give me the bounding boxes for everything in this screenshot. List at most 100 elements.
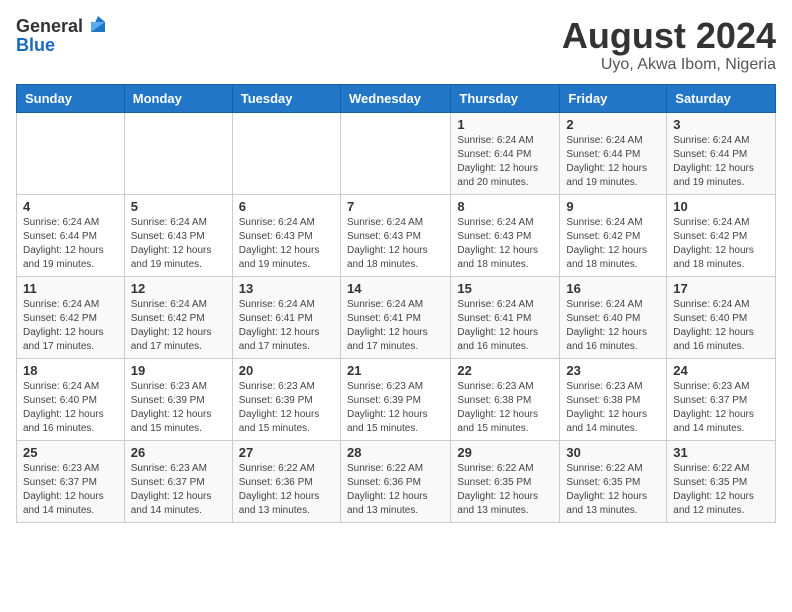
day-number: 7 [347, 199, 444, 214]
calendar-cell [340, 112, 450, 194]
calendar-cell: 28 Sunrise: 6:22 AM Sunset: 6:36 PM Dayli… [340, 440, 450, 522]
day-number: 17 [673, 281, 769, 296]
day-number: 5 [131, 199, 226, 214]
day-info: Sunrise: 6:24 AM Sunset: 6:40 PM Dayligh… [673, 298, 769, 354]
day-info: Sunrise: 6:24 AM Sunset: 6:41 PM Dayligh… [457, 298, 553, 354]
calendar-cell: 30Sunrise: 6:22 AM Sunset: 6:35 PM Dayli… [560, 440, 667, 522]
calendar-cell: 7Sunrise: 6:24 AM Sunset: 6:43 PM Daylig… [340, 194, 450, 276]
calendar-cell: 11Sunrise: 6:24 AM Sunset: 6:42 PM Dayli… [17, 276, 125, 358]
day-number: 21 [347, 363, 444, 378]
day-info: Sunrise: 6:24 AM Sunset: 6:40 PM Dayligh… [566, 298, 660, 354]
calendar-cell: 18 Sunrise: 6:24 AM Sunset: 6:40 PM Dayli… [17, 358, 125, 440]
day-number: 4 [23, 199, 118, 214]
day-info: Sunrise: 6:24 AM Sunset: 6:44 PM Dayligh… [673, 134, 769, 190]
day-number: 1 [457, 117, 553, 132]
day-info: Sunrise: 6:23 AM Sunset: 6:37 PM Dayligh… [673, 380, 769, 436]
calendar-cell: 1 Sunrise: 6:24 AM Sunset: 6:44 PM Daylig… [451, 112, 560, 194]
logo-blue-text: Blue [16, 36, 55, 54]
day-number: 20 [239, 363, 334, 378]
month-title: August 2024 [562, 16, 776, 56]
calendar-cell: 21 Sunrise: 6:23 AM Sunset: 6:39 PM Dayli… [340, 358, 450, 440]
calendar-cell: 31Sunrise: 6:22 AM Sunset: 6:35 PM Dayli… [667, 440, 776, 522]
day-number: 8 [457, 199, 553, 214]
logo-icon [87, 14, 109, 36]
day-info: Sunrise: 6:23 AM Sunset: 6:37 PM Dayligh… [23, 462, 118, 518]
calendar-cell: 3 Sunrise: 6:24 AM Sunset: 6:44 PM Daylig… [667, 112, 776, 194]
calendar-week-4: 18 Sunrise: 6:24 AM Sunset: 6:40 PM Dayli… [17, 358, 776, 440]
day-info: Sunrise: 6:24 AM Sunset: 6:44 PM Dayligh… [457, 134, 553, 190]
day-header-tuesday: Tuesday [232, 84, 340, 112]
day-number: 18 [23, 363, 118, 378]
day-info: Sunrise: 6:24 AM Sunset: 6:44 PM Dayligh… [566, 134, 660, 190]
day-header-friday: Friday [560, 84, 667, 112]
day-info: Sunrise: 6:22 AM Sunset: 6:36 PM Dayligh… [239, 462, 334, 518]
day-info: Sunrise: 6:22 AM Sunset: 6:35 PM Dayligh… [457, 462, 553, 518]
day-number: 13 [239, 281, 334, 296]
calendar-cell: 27 Sunrise: 6:22 AM Sunset: 6:36 PM Dayli… [232, 440, 340, 522]
day-info: Sunrise: 6:24 AM Sunset: 6:40 PM Dayligh… [23, 380, 118, 436]
calendar-week-5: 25 Sunrise: 6:23 AM Sunset: 6:37 PM Dayli… [17, 440, 776, 522]
calendar-header-row: SundayMondayTuesdayWednesdayThursdayFrid… [17, 84, 776, 112]
day-header-sunday: Sunday [17, 84, 125, 112]
day-number: 19 [131, 363, 226, 378]
calendar-cell: 16 Sunrise: 6:24 AM Sunset: 6:40 PM Dayli… [560, 276, 667, 358]
calendar-cell [232, 112, 340, 194]
calendar-cell: 24Sunrise: 6:23 AM Sunset: 6:37 PM Dayli… [667, 358, 776, 440]
day-number: 6 [239, 199, 334, 214]
calendar-cell: 20 Sunrise: 6:23 AM Sunset: 6:39 PM Dayli… [232, 358, 340, 440]
day-header-monday: Monday [124, 84, 232, 112]
day-header-saturday: Saturday [667, 84, 776, 112]
calendar-week-3: 11 Sunrise: 6:24 AM Sunset: 6:42 PM Dayli… [17, 276, 776, 358]
day-number: 28 [347, 445, 444, 460]
day-number: 11 [23, 281, 118, 296]
day-info: Sunrise: 6:24 AM Sunset: 6:42 PM Dayligh… [566, 216, 660, 272]
day-info: Sunrise: 6:24 AM Sunset: 6:42 PM Dayligh… [673, 216, 769, 272]
day-header-wednesday: Wednesday [340, 84, 450, 112]
calendar-cell: 8Sunrise: 6:24 AM Sunset: 6:43 PM Daylig… [451, 194, 560, 276]
calendar-cell: 26Sunrise: 6:23 AM Sunset: 6:37 PM Dayli… [124, 440, 232, 522]
title-area: August 2024 Uyo, Akwa Ibom, Nigeria [562, 16, 776, 74]
calendar-cell: 25 Sunrise: 6:23 AM Sunset: 6:37 PM Dayli… [17, 440, 125, 522]
calendar-cell: 9 Sunrise: 6:24 AM Sunset: 6:42 PM Daylig… [560, 194, 667, 276]
calendar-cell: 12Sunrise: 6:24 AM Sunset: 6:42 PM Dayli… [124, 276, 232, 358]
day-number: 22 [457, 363, 553, 378]
day-number: 30 [566, 445, 660, 460]
day-number: 16 [566, 281, 660, 296]
day-number: 31 [673, 445, 769, 460]
calendar-cell: 2Sunrise: 6:24 AM Sunset: 6:44 PM Daylig… [560, 112, 667, 194]
day-number: 23 [566, 363, 660, 378]
day-info: Sunrise: 6:24 AM Sunset: 6:41 PM Dayligh… [347, 298, 444, 354]
day-number: 9 [566, 199, 660, 214]
day-info: Sunrise: 6:22 AM Sunset: 6:36 PM Dayligh… [347, 462, 444, 518]
day-info: Sunrise: 6:23 AM Sunset: 6:39 PM Dayligh… [347, 380, 444, 436]
calendar-cell: 14 Sunrise: 6:24 AM Sunset: 6:41 PM Dayli… [340, 276, 450, 358]
day-number: 14 [347, 281, 444, 296]
calendar-cell: 5 Sunrise: 6:24 AM Sunset: 6:43 PM Daylig… [124, 194, 232, 276]
day-info: Sunrise: 6:24 AM Sunset: 6:43 PM Dayligh… [131, 216, 226, 272]
day-info: Sunrise: 6:24 AM Sunset: 6:43 PM Dayligh… [239, 216, 334, 272]
day-number: 3 [673, 117, 769, 132]
calendar-week-2: 4 Sunrise: 6:24 AM Sunset: 6:44 PM Daylig… [17, 194, 776, 276]
day-info: Sunrise: 6:23 AM Sunset: 6:38 PM Dayligh… [566, 380, 660, 436]
day-number: 29 [457, 445, 553, 460]
calendar-table: SundayMondayTuesdayWednesdayThursdayFrid… [16, 84, 776, 523]
day-info: Sunrise: 6:23 AM Sunset: 6:39 PM Dayligh… [239, 380, 334, 436]
calendar-cell: 4 Sunrise: 6:24 AM Sunset: 6:44 PM Daylig… [17, 194, 125, 276]
calendar-week-1: 1 Sunrise: 6:24 AM Sunset: 6:44 PM Daylig… [17, 112, 776, 194]
day-number: 25 [23, 445, 118, 460]
day-number: 26 [131, 445, 226, 460]
calendar-cell: 19 Sunrise: 6:23 AM Sunset: 6:39 PM Dayli… [124, 358, 232, 440]
calendar-cell: 10Sunrise: 6:24 AM Sunset: 6:42 PM Dayli… [667, 194, 776, 276]
day-number: 15 [457, 281, 553, 296]
logo: General Blue [16, 16, 109, 54]
calendar-cell: 17 Sunrise: 6:24 AM Sunset: 6:40 PM Dayli… [667, 276, 776, 358]
calendar-cell: 15 Sunrise: 6:24 AM Sunset: 6:41 PM Dayli… [451, 276, 560, 358]
day-info: Sunrise: 6:23 AM Sunset: 6:39 PM Dayligh… [131, 380, 226, 436]
location-subtitle: Uyo, Akwa Ibom, Nigeria [562, 56, 776, 74]
logo-general-text: General [16, 17, 83, 35]
day-number: 27 [239, 445, 334, 460]
day-info: Sunrise: 6:23 AM Sunset: 6:38 PM Dayligh… [457, 380, 553, 436]
day-info: Sunrise: 6:24 AM Sunset: 6:42 PM Dayligh… [131, 298, 226, 354]
day-info: Sunrise: 6:24 AM Sunset: 6:44 PM Dayligh… [23, 216, 118, 272]
calendar-cell: 29 Sunrise: 6:22 AM Sunset: 6:35 PM Dayli… [451, 440, 560, 522]
